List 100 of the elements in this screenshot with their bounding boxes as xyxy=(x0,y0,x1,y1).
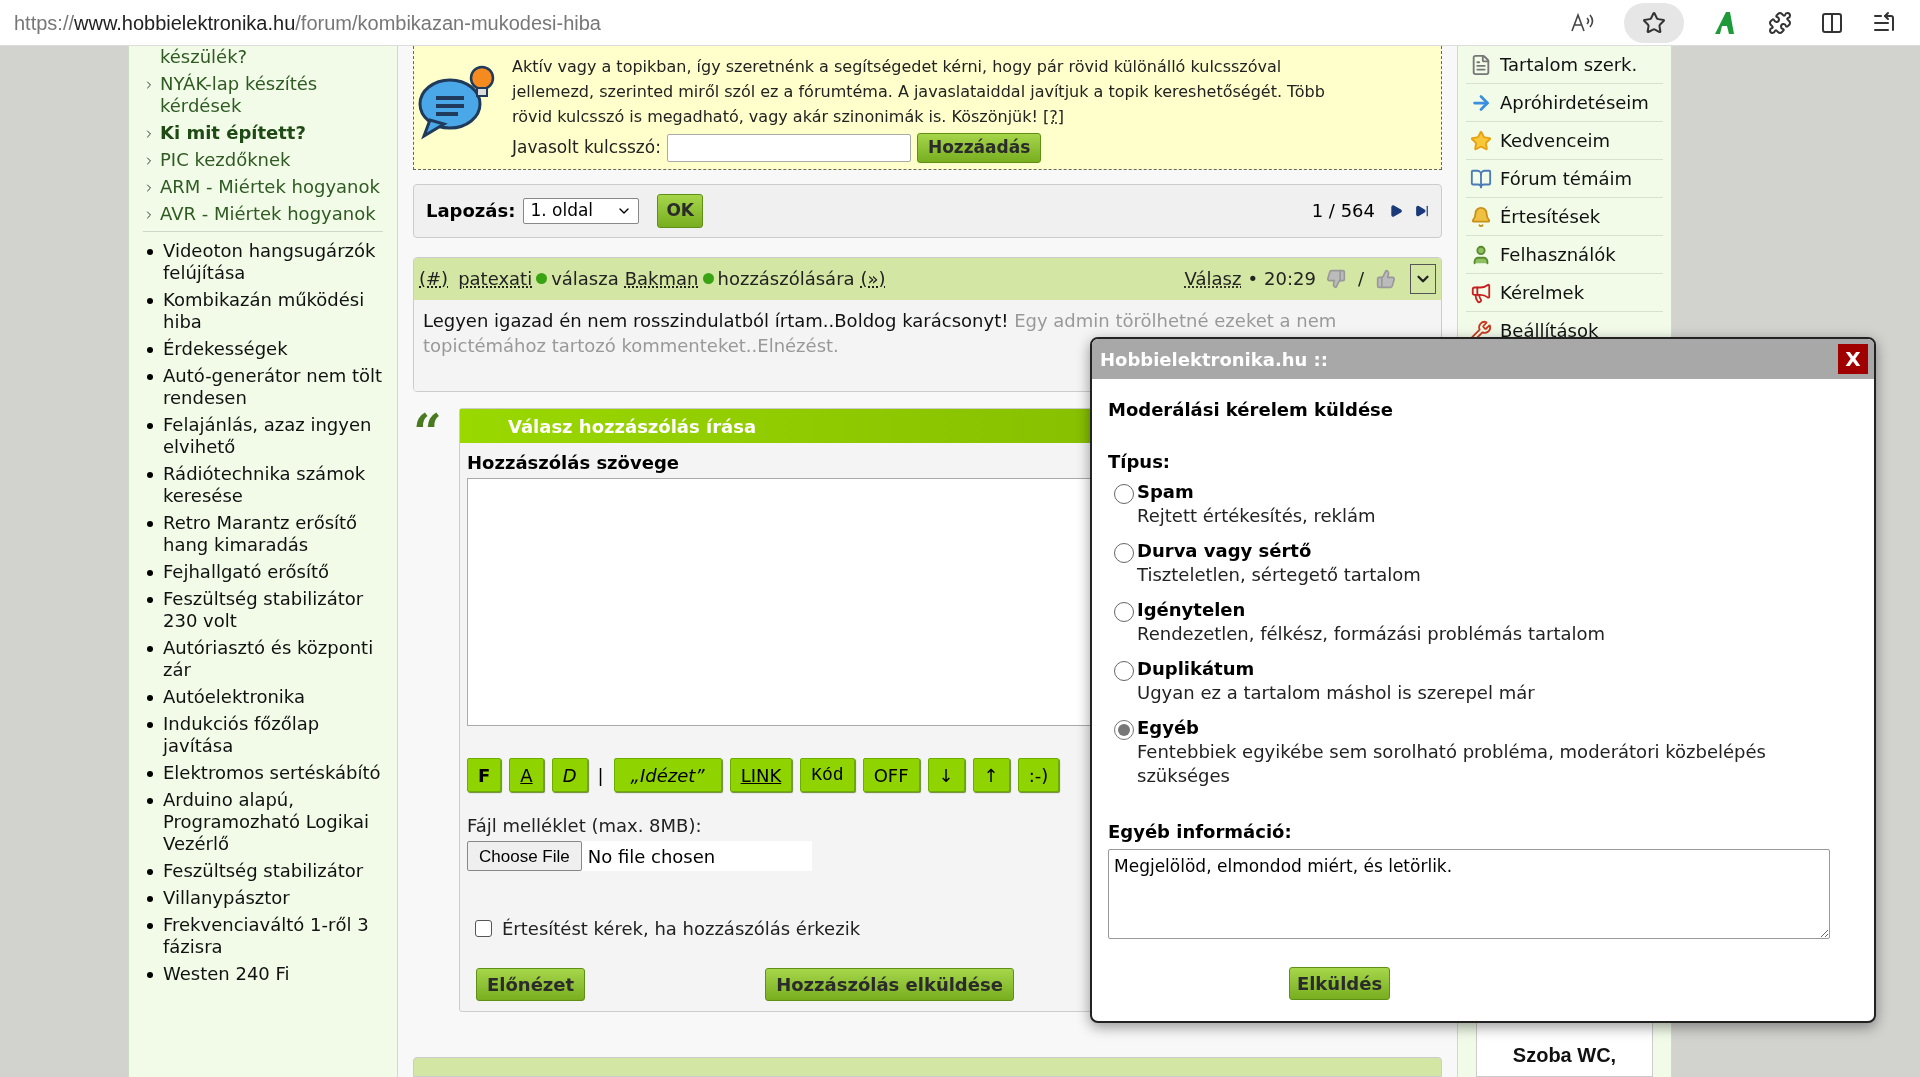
format-button[interactable]: D xyxy=(551,758,588,793)
user-menu-link[interactable]: Fórum témáim xyxy=(1500,165,1633,192)
thumbs-down-icon[interactable] xyxy=(1325,268,1346,289)
user-menu-link[interactable]: Apróhirdetéseim xyxy=(1500,89,1649,116)
author-link[interactable]: patexati xyxy=(458,265,533,293)
document-icon xyxy=(1470,53,1492,76)
user-menu-link[interactable]: Kedvenceim xyxy=(1500,127,1611,154)
bullet-icon xyxy=(147,597,153,603)
format-button[interactable]: :-) xyxy=(1017,758,1060,793)
subforum-link[interactable]: Ki mit épített? xyxy=(160,122,306,144)
product-title[interactable]: Szoba WC, xyxy=(1512,1040,1617,1070)
format-button[interactable]: ↓ xyxy=(927,758,965,793)
quote-mark: “ xyxy=(413,408,443,459)
add-button[interactable]: Hozzáadás xyxy=(916,133,1042,163)
topic-link[interactable]: Arduino alapú, Programozható Logikai Vezérlő xyxy=(163,789,383,855)
topic-link[interactable]: Rádiótechnika számok keresése xyxy=(163,463,383,507)
radio-button[interactable] xyxy=(1114,720,1134,740)
favorite-button[interactable] xyxy=(1624,2,1684,43)
radio-button[interactable] xyxy=(1114,661,1134,681)
option-description: Ugyan ez a tartalom máshol is szerepel már xyxy=(1137,681,1536,705)
send-button[interactable]: Elküldés xyxy=(1289,967,1390,1000)
format-button[interactable]: ↑ xyxy=(972,758,1010,793)
option-description: Rendezetlen, félkész, formázási problémás tartalom xyxy=(1137,622,1607,646)
next-page-icon[interactable] xyxy=(1389,203,1403,218)
bullet-icon xyxy=(147,521,153,527)
topic-link[interactable]: Elektromos sertéskábító xyxy=(163,762,381,784)
topic-link[interactable]: Retro Marantz erősítő hang kimaradás xyxy=(163,512,383,556)
user-menu-link[interactable]: Felhasználók xyxy=(1500,241,1616,268)
info-field[interactable]: Megjelölöd, elmondod miért, és letörlik. xyxy=(1108,849,1830,939)
bullet-icon xyxy=(147,646,153,652)
dialog-title: Hobbielektronika.hu :: xyxy=(1100,347,1328,372)
format-button[interactable]: LINK xyxy=(729,758,793,793)
topic-link[interactable]: Videoton hangsugárzók felújítása xyxy=(163,240,383,284)
topic-link[interactable]: Villanypásztor xyxy=(163,887,290,909)
page-counter: 1 / 564 xyxy=(1311,199,1375,224)
radio-button[interactable] xyxy=(1114,484,1134,504)
notify-checkbox[interactable] xyxy=(475,920,492,938)
star-icon xyxy=(1470,129,1492,152)
bullet-icon xyxy=(147,570,153,576)
topic-link[interactable]: Felajánlás, azaz ingyen elvihető xyxy=(163,414,383,458)
post-time: 20:29 xyxy=(1264,267,1316,292)
extensions-icon[interactable] xyxy=(1768,10,1792,35)
topic-link[interactable]: Feszültség stabilizátor 230 volt xyxy=(163,588,383,632)
user-menu-link[interactable]: Tartalom szerk. xyxy=(1500,51,1638,78)
topic-link[interactable]: Kombikazán működési hiba xyxy=(163,289,383,333)
topic-link[interactable]: Fejhallgató erősítő xyxy=(163,561,330,583)
jump-link[interactable]: (») xyxy=(860,265,886,293)
vote-separator: / xyxy=(1357,267,1364,292)
split-screen-icon[interactable] xyxy=(1820,10,1844,35)
user-menu-link[interactable]: Értesítések xyxy=(1500,203,1601,230)
subforum-link[interactable]: AVR - Miértek hogyanok xyxy=(160,203,376,225)
reply-link[interactable]: Válasz xyxy=(1184,265,1242,293)
thumbs-up-icon[interactable] xyxy=(1376,268,1396,289)
option-label: Igénytelen xyxy=(1137,598,1247,622)
reply-verb: válasza xyxy=(551,267,619,292)
topic-link[interactable]: Autóelektronika xyxy=(163,686,305,708)
close-button[interactable]: X xyxy=(1838,344,1868,374)
radio-button[interactable] xyxy=(1114,543,1134,563)
format-button[interactable]: „Idézet” xyxy=(613,758,722,793)
ok-button[interactable]: OK xyxy=(657,193,704,228)
help-link[interactable]: [?] xyxy=(1043,107,1064,126)
option-description: Tiszteletlen, sértegető tartalom xyxy=(1137,563,1422,587)
subforum-link[interactable]: PIC kezdőknek xyxy=(160,149,291,171)
page-select[interactable]: 1. oldal xyxy=(523,197,640,224)
subforum-link[interactable]: készülék? xyxy=(160,46,248,68)
topic-link[interactable]: Autóriasztó és központi zár xyxy=(163,637,383,681)
format-button[interactable]: A xyxy=(509,758,544,793)
bullet-icon xyxy=(147,298,153,304)
bell-icon xyxy=(1470,205,1492,228)
last-page-icon[interactable] xyxy=(1415,203,1429,218)
subforum-link[interactable]: NYÁK-lap készítés kérdések xyxy=(160,73,383,117)
format-button[interactable]: F xyxy=(467,758,502,793)
topic-link[interactable]: Feszültség stabilizátor xyxy=(163,860,364,882)
bullet-icon xyxy=(147,923,153,929)
body-label: Hozzászólás szövege xyxy=(467,451,679,476)
bullet-icon xyxy=(147,869,153,875)
topic-link[interactable]: Westen 240 Fi xyxy=(163,963,290,985)
topic-link[interactable]: Érdekességek xyxy=(163,338,288,360)
user-menu-link[interactable]: Kérelmek xyxy=(1500,279,1585,306)
star-icon xyxy=(1642,10,1666,35)
bullet-icon xyxy=(147,249,153,255)
radio-button[interactable] xyxy=(1114,602,1134,622)
pagination-label: Lapozás: xyxy=(426,199,516,224)
format-button[interactable]: Kód xyxy=(800,758,855,793)
subforum-link[interactable]: ARM - Miértek hogyanok xyxy=(160,176,380,198)
megaphone-icon xyxy=(1470,281,1492,304)
target-author-link[interactable]: Bakman xyxy=(624,265,699,293)
post-menu-button[interactable] xyxy=(1410,263,1436,294)
topic-link[interactable]: Frekvenciaváltó 1-ről 3 fázisra xyxy=(163,914,383,958)
format-button[interactable]: OFF xyxy=(862,758,920,793)
url-text[interactable]: https://www.hobbielektronika.hu/forum/kombikazan-mukodesi-hiba xyxy=(14,7,601,38)
submit-button[interactable]: Hozzászólás elküldése xyxy=(765,968,1014,1002)
keyword-field[interactable] xyxy=(666,134,911,162)
preview-button[interactable]: Előnézet xyxy=(476,968,586,1002)
topic-link[interactable]: Autó-generátor nem tölt rendesen xyxy=(163,365,383,409)
topic-link[interactable]: Indukciós főzőlap javítása xyxy=(163,713,383,757)
bullet-icon xyxy=(147,695,153,701)
choose-file-button[interactable]: Choose File xyxy=(467,841,582,872)
bullet-icon xyxy=(147,771,153,777)
post-number-link[interactable]: (#) xyxy=(419,265,449,293)
